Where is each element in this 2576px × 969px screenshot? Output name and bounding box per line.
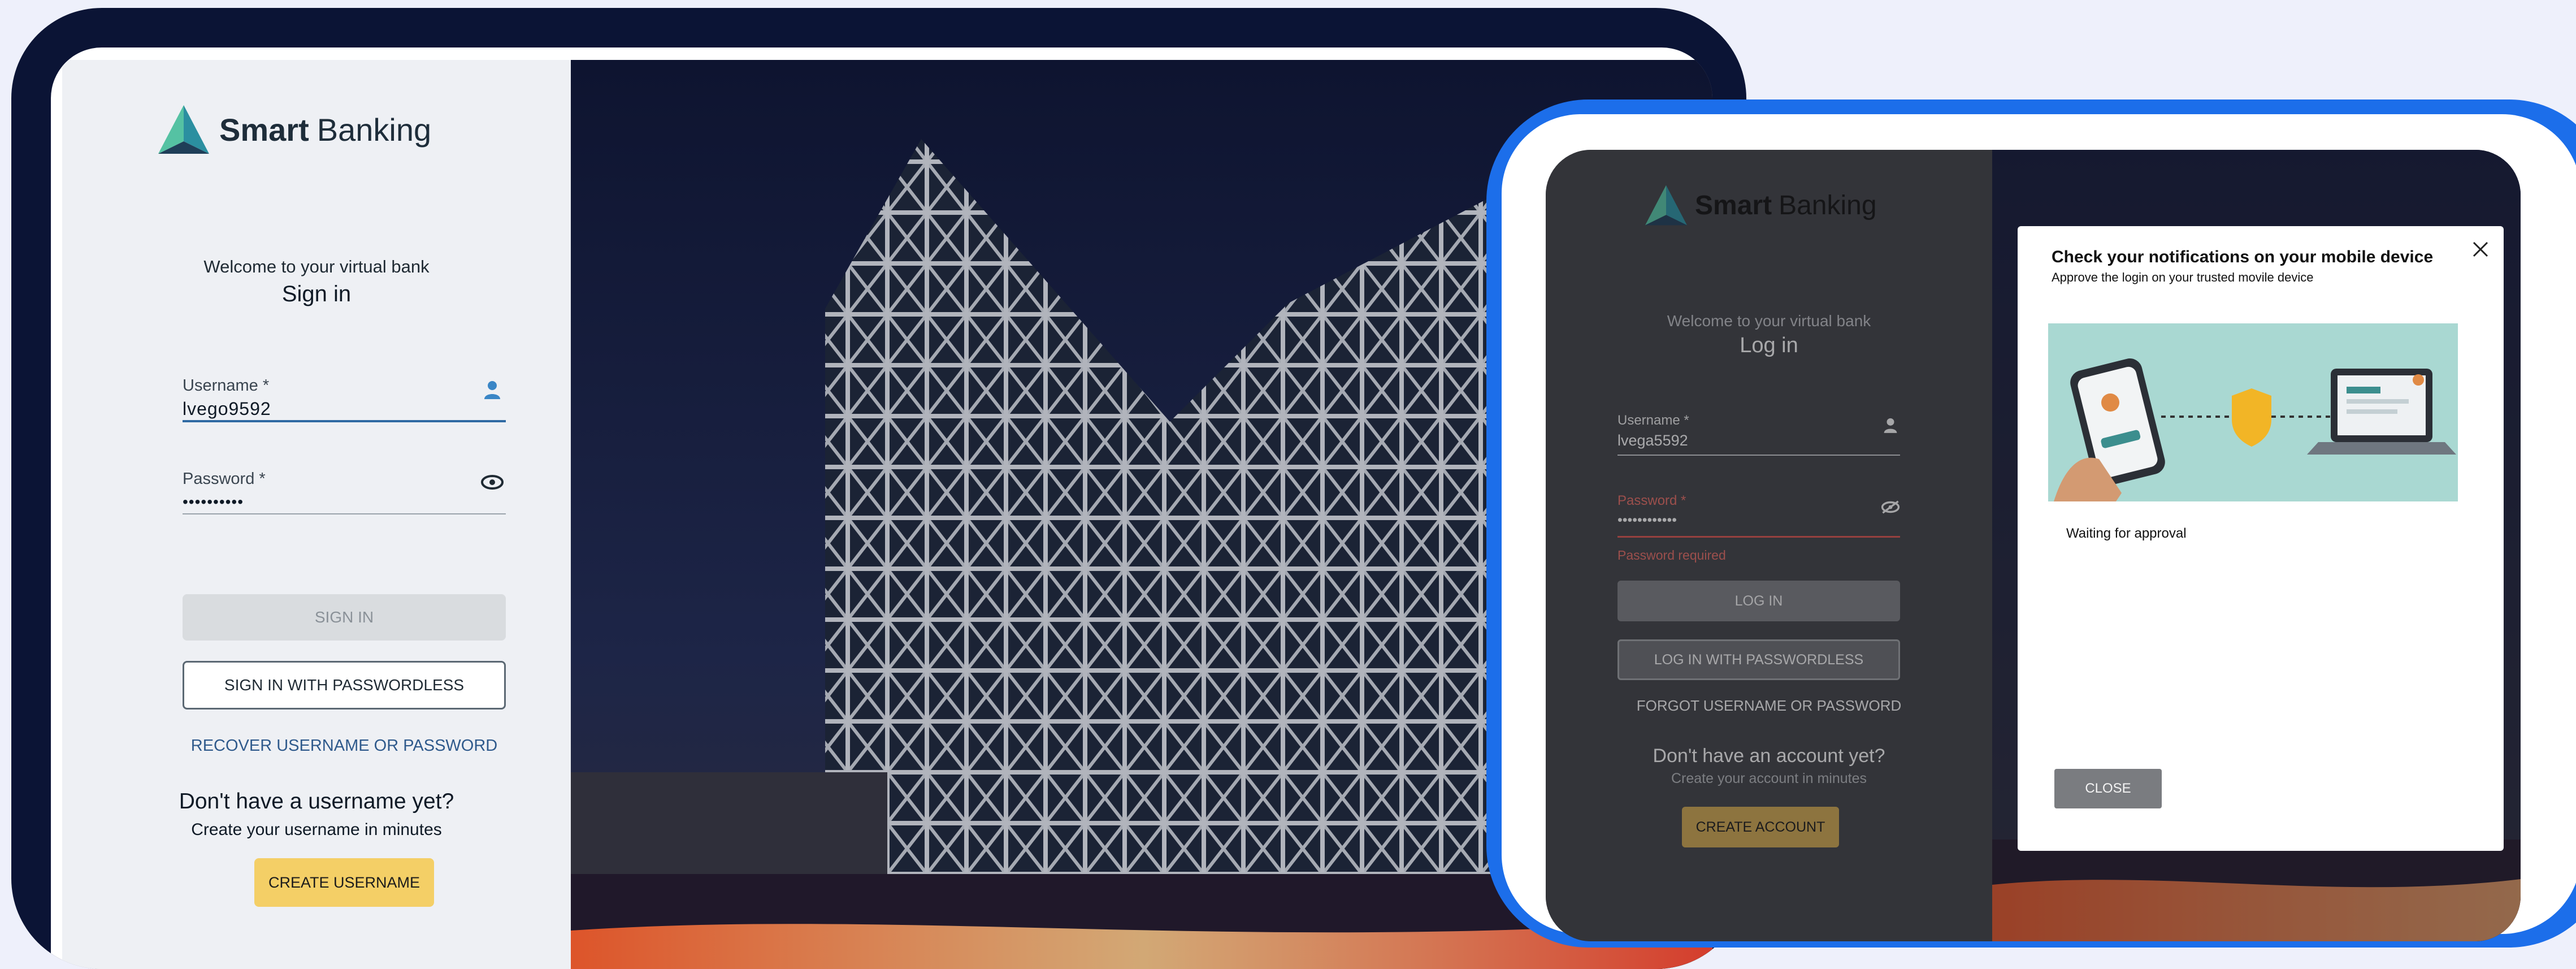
no-account-title: Don't have a username yet?: [179, 789, 454, 814]
page-title: Sign in: [281, 282, 352, 306]
password-underline: [183, 513, 506, 514]
close-icon[interactable]: [2471, 240, 2490, 259]
welcome-text: Welcome to your virtual bank: [203, 257, 430, 276]
eye-icon[interactable]: [481, 474, 504, 490]
sign-in-panel: Smart Banking Welcome to your virtual ba…: [62, 60, 571, 969]
password-label: Password *: [183, 470, 266, 488]
brand-logo: Smart Banking: [158, 105, 431, 154]
modal-subtitle: Approve the login on your trusted movile…: [2052, 270, 2314, 284]
left-screen: Smart Banking Welcome to your virtual ba…: [51, 47, 1712, 969]
username-value[interactable]: lvego9592: [183, 399, 506, 419]
logo-text-strong: Smart: [219, 111, 309, 148]
recover-link[interactable]: RECOVER USERNAME OR PASSWORD: [183, 737, 506, 755]
password-value[interactable]: ••••••••••: [183, 493, 506, 511]
username-label: Username *: [183, 377, 270, 395]
modal-title: Check your notifications on your mobile …: [2052, 248, 2434, 266]
sign-in-button[interactable]: SIGN IN: [183, 594, 506, 641]
close-button[interactable]: CLOSE: [2054, 769, 2162, 808]
sign-in-actions: SIGN IN SIGN IN WITH PASSWORDLESS RECOVE…: [183, 594, 506, 888]
create-username-button[interactable]: CREATE USERNAME: [254, 858, 434, 907]
right-app: Smart Banking Welcome to your virtual ba…: [1546, 150, 2521, 941]
no-account-subtitle: Create your username in minutes: [191, 820, 442, 839]
username-underline: [183, 420, 506, 422]
username-field[interactable]: Username * lvego9592: [183, 377, 506, 439]
notification-modal: Check your notifications on your mobile …: [2018, 226, 2504, 851]
waiting-status: Waiting for approval: [2066, 526, 2187, 541]
approval-illustration: [2048, 323, 2458, 501]
password-field[interactable]: Password * ••••••••••: [183, 470, 506, 532]
logo-mark-icon: [158, 105, 209, 154]
logo-text-light: Banking: [316, 111, 432, 148]
passwordless-button[interactable]: SIGN IN WITH PASSWORDLESS: [183, 661, 506, 710]
user-icon: [484, 381, 500, 399]
